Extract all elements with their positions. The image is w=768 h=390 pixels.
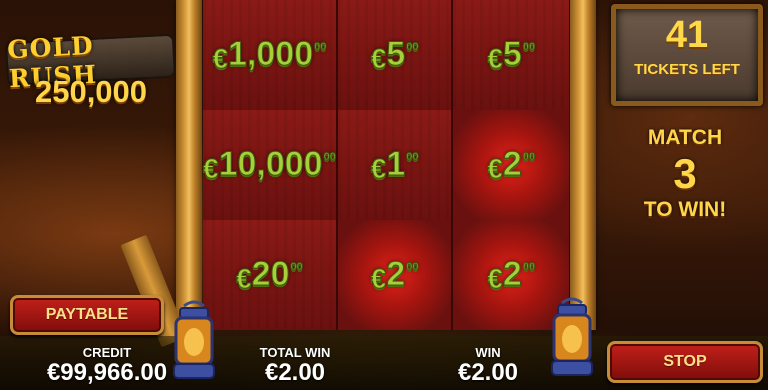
prize-value: €2 00 — [487, 145, 536, 185]
win-label: WIN — [475, 345, 501, 360]
prize-value: €5 00 — [370, 35, 419, 75]
prize-currency: € — [487, 263, 504, 295]
prize-decimals: 00 — [522, 261, 536, 274]
prize-amount: 20 — [251, 255, 290, 294]
lantern-icon — [551, 297, 593, 376]
match-line-2: 3 — [673, 150, 697, 197]
prize-value: €1 00 — [370, 145, 419, 185]
scratch-cell[interactable]: €10,000 00 — [203, 110, 338, 220]
prize-currency: € — [487, 43, 504, 75]
paytable-button[interactable]: PAYTABLE — [10, 295, 164, 335]
prize-decimals: 00 — [406, 261, 419, 274]
prize-amount: 2 — [502, 255, 522, 294]
prize-amount: 10,000 — [218, 145, 323, 184]
prize-currency: € — [203, 153, 220, 185]
tickets-left-label: TICKETS LEFT — [634, 61, 740, 78]
prize-decimals: 00 — [314, 41, 327, 54]
scratch-cell[interactable]: €2 00 — [337, 220, 454, 330]
match-rule: MATCH 3 TO WIN! — [615, 126, 755, 222]
credit-value: €99,966.00 — [46, 359, 168, 386]
prize-value: €1,000 00 — [212, 35, 327, 75]
prize-decimals: 00 — [290, 261, 303, 274]
prize-value: €2 00 — [370, 255, 419, 295]
scratch-cell[interactable]: €5 00 — [337, 0, 454, 110]
total-win-display: TOTAL WIN €2.00 — [245, 345, 345, 386]
prize-value: €10,000 00 — [203, 145, 337, 185]
prize-decimals: 00 — [323, 151, 336, 164]
prize-amount: 2 — [386, 255, 406, 294]
scratch-grid[interactable]: €1,000 00 €5 00 €5 00 €10,000 00 €1 00 €2 00 €20 00 €2… — [203, 0, 569, 330]
prize-decimals: 00 — [522, 151, 536, 164]
win-value: €2.00 — [457, 359, 519, 386]
prize-currency: € — [370, 153, 387, 185]
total-win-label: TOTAL WIN — [259, 345, 331, 360]
prize-amount: 1 — [386, 145, 406, 184]
prize-value: €5 00 — [487, 35, 536, 75]
tickets-left-panel: 41 TICKETS LEFT — [611, 4, 763, 106]
match-line-3: TO WIN! — [643, 198, 727, 221]
prize-currency: € — [370, 43, 387, 75]
prize-currency: € — [212, 43, 229, 75]
scratch-cell[interactable]: €2 00 — [453, 110, 569, 220]
prize-currency: € — [236, 263, 253, 295]
prize-decimals: 00 — [406, 41, 419, 54]
tickets-left-count: 41 — [665, 14, 709, 56]
total-win-value: €2.00 — [264, 359, 326, 386]
scratch-cell[interactable]: €20 00 — [203, 220, 338, 330]
prize-decimals: 00 — [406, 151, 419, 164]
scratch-cell[interactable]: €5 00 — [453, 0, 569, 110]
match-line-1: MATCH — [647, 126, 723, 149]
scratch-cell[interactable]: €1 00 — [337, 110, 454, 220]
lantern-icon — [173, 300, 215, 379]
credit-label: CREDIT — [82, 345, 132, 360]
jackpot-amount: 250,000 — [34, 74, 148, 109]
prize-currency: € — [370, 263, 387, 295]
prize-currency: € — [487, 153, 504, 185]
prize-amount: 1,000 — [228, 35, 314, 74]
prize-value: €20 00 — [236, 255, 304, 295]
prize-amount: 5 — [502, 35, 522, 74]
prize-amount: 5 — [386, 35, 406, 74]
prize-amount: 2 — [502, 145, 522, 184]
left-wood-beam — [176, 0, 202, 330]
prize-value: €2 00 — [487, 255, 536, 295]
right-wood-beam — [570, 0, 596, 330]
win-display: WIN €2.00 — [438, 345, 538, 386]
scratch-cell[interactable]: €1,000 00 — [203, 0, 338, 110]
credit-display: CREDIT €99,966.00 — [32, 345, 182, 386]
prize-decimals: 00 — [522, 41, 536, 54]
stop-button[interactable]: STOP — [607, 341, 763, 383]
